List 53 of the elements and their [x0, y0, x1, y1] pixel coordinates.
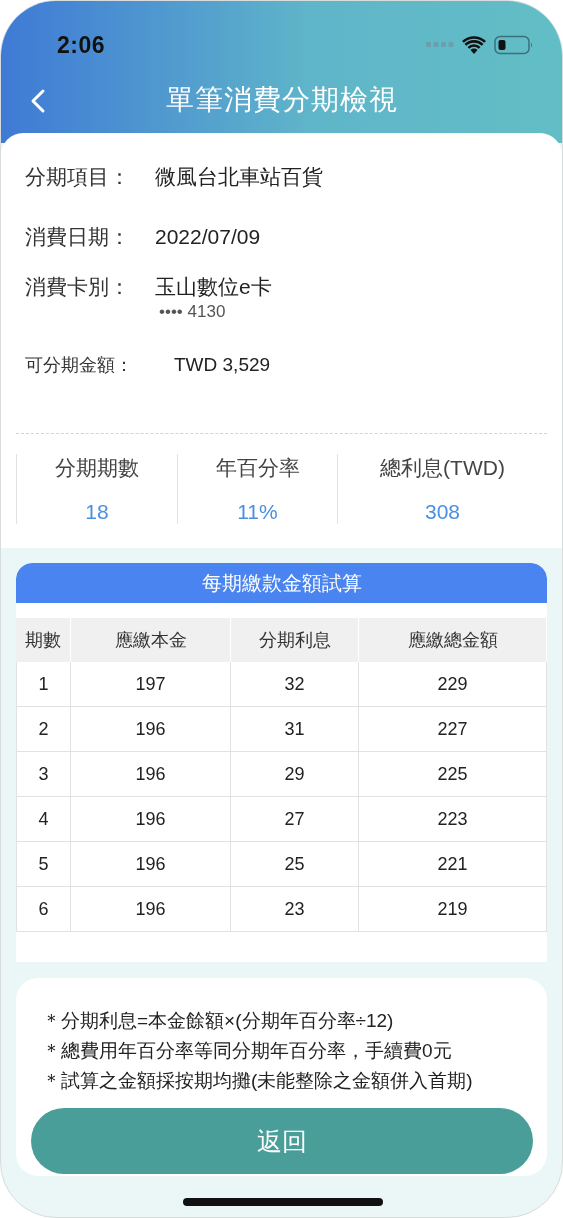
summary-value: 308	[424, 500, 460, 524]
summary-label: 總利息(TWD)	[380, 455, 505, 481]
table-cell: 197	[71, 662, 231, 707]
wifi-icon	[462, 36, 486, 54]
column-header: 期數	[16, 618, 71, 662]
table-cell: 1	[16, 662, 71, 707]
summary-value: 11%	[237, 500, 278, 524]
table-cell: 227	[359, 707, 547, 752]
field-value: 微風台北車站百貨	[155, 164, 324, 190]
table-cell: 196	[71, 707, 231, 752]
field-label: 可分期金額：	[25, 354, 134, 377]
table-cell: 223	[359, 797, 547, 842]
table-cell: 3	[16, 752, 71, 797]
signal-icon	[426, 42, 454, 48]
summary-value: 18	[85, 500, 109, 524]
screen-title: 單筆消費分期檢視	[165, 83, 398, 117]
field-value: 2022/07/09	[155, 225, 262, 249]
note-text: ＊總費用年百分率等同分期年百分率，手續費0元	[42, 1039, 453, 1063]
note-text: ＊試算之金額採按期均攤(未能整除之金額併入首期)	[42, 1069, 474, 1093]
table-cell: 196	[71, 797, 231, 842]
table-cell: 23	[231, 887, 359, 932]
table-cell: 225	[359, 752, 547, 797]
column-header: 分期利息	[231, 618, 359, 662]
status-time: 2:06	[57, 31, 106, 59]
column-header: 應繳本金	[71, 618, 231, 662]
table-cell: 6	[16, 887, 71, 932]
table-cell: 196	[71, 752, 231, 797]
table-cell: 27	[231, 797, 359, 842]
table-cell: 196	[71, 842, 231, 887]
field-value: TWD 3,529	[174, 354, 272, 376]
table-cell: 219	[359, 887, 547, 932]
table-cell: 5	[16, 842, 71, 887]
table-cell: 2	[16, 707, 71, 752]
back-action-button[interactable]: 返回	[31, 1108, 533, 1174]
field-label: 消費卡別：	[25, 273, 131, 300]
field-value: 玉山數位e卡	[155, 273, 273, 300]
field-label: 分期項目：	[25, 164, 131, 190]
table-cell: 229	[359, 662, 547, 707]
field-label: 消費日期：	[25, 224, 131, 250]
column-header: 應繳總金額	[359, 618, 547, 662]
table-title: 每期繳款金額試算	[16, 563, 547, 603]
table-cell: 31	[231, 707, 359, 752]
summary-label: 年百分率	[215, 455, 300, 481]
table-cell: 221	[359, 842, 547, 887]
table-cell: 25	[231, 842, 359, 887]
table-cell: 196	[71, 887, 231, 932]
table-cell: 32	[231, 662, 359, 707]
table-cell: 4	[16, 797, 71, 842]
note-text: ＊分期利息=本金餘額×(分期年百分率÷12)	[42, 1009, 395, 1033]
card-number: •••• 4130	[159, 301, 227, 322]
battery-icon	[494, 35, 534, 55]
table-cell: 29	[231, 752, 359, 797]
summary-label: 分期期數	[55, 455, 139, 481]
